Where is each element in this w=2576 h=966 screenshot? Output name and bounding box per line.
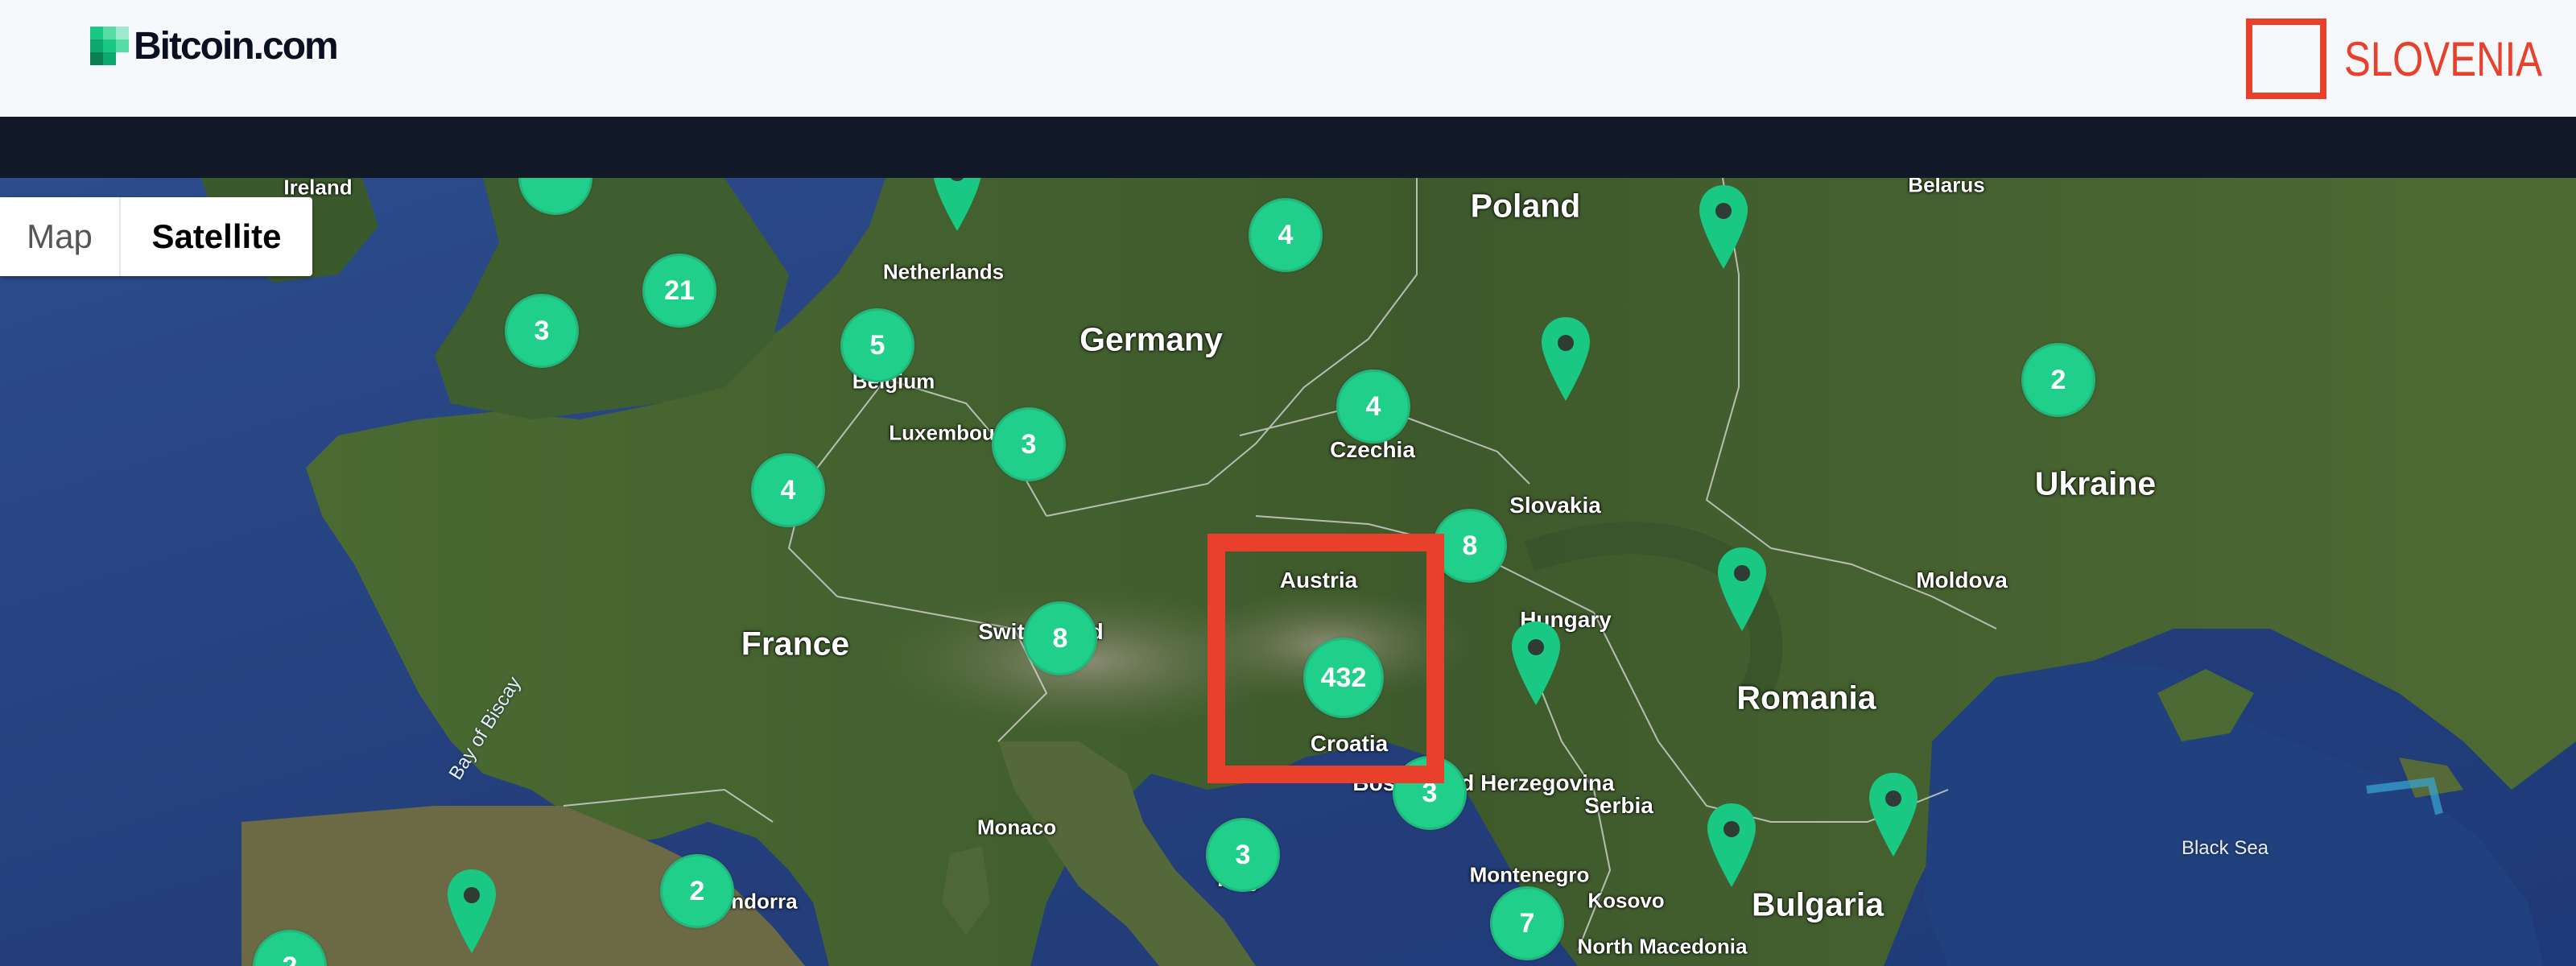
map-pin-icon[interactable] — [1704, 802, 1759, 890]
label-romania: Romania — [1736, 679, 1876, 716]
label-luxembourg: Luxembou — [889, 420, 995, 445]
cluster-marker[interactable]: 2 — [2021, 343, 2095, 417]
satellite-view-button[interactable]: Satellite — [121, 197, 312, 276]
label-slovakia: Slovakia — [1509, 493, 1601, 518]
cluster-marker[interactable]: 8 — [1023, 601, 1097, 675]
cluster-marker[interactable]: 7 — [1490, 886, 1564, 960]
highlight-square-icon — [2246, 19, 2326, 99]
cluster-marker[interactable]: 3 — [1206, 818, 1280, 892]
nav-bar — [0, 117, 2576, 178]
label-monaco: Monaco — [976, 815, 1057, 840]
cluster-marker[interactable]: 2 — [660, 854, 734, 928]
cluster-marker[interactable]: 3 — [992, 407, 1066, 481]
label-kosovo: Kosovo — [1587, 888, 1665, 913]
label-netherlands: Netherlands — [882, 259, 1005, 284]
map-pin-icon[interactable] — [1715, 546, 1769, 634]
label-ukraine: Ukraine — [2034, 464, 2157, 502]
cluster-marker[interactable]: 21 — [642, 254, 716, 328]
cluster-marker[interactable]: 4 — [751, 453, 825, 527]
map-pin-icon[interactable] — [1866, 771, 1921, 860]
map-view-button[interactable]: Map — [0, 197, 121, 276]
label-belarus: Belarus — [1908, 178, 1985, 197]
label-montenegro: Montenegro — [1469, 862, 1590, 887]
cluster-marker[interactable]: 4 — [1336, 369, 1410, 444]
cluster-marker[interactable]: 5 — [840, 308, 914, 382]
slovenia-highlight-box — [1208, 534, 1444, 783]
map-pin-icon[interactable] — [930, 178, 985, 234]
map-pin-icon[interactable] — [1509, 620, 1563, 708]
map-pin-icon[interactable] — [444, 868, 499, 956]
bitcoin-com-logo[interactable]: Bitcoin.com — [90, 24, 339, 68]
map-pin-icon[interactable] — [1696, 184, 1751, 272]
map-canvas[interactable]: Ireland Netherlands Belgium Luxembou Ger… — [0, 178, 2576, 966]
cluster-marker[interactable]: 4 — [1249, 198, 1323, 272]
label-serbia: Serbia — [1584, 793, 1653, 818]
label-bulgaria: Bulgaria — [1751, 886, 1885, 923]
bitcoin-com-logo-icon — [90, 27, 129, 65]
label-black-sea: Black Sea — [2181, 837, 2269, 859]
brand-name: Bitcoin.com — [134, 24, 339, 68]
label-poland: Poland — [1470, 187, 1581, 225]
cluster-marker[interactable]: 3 — [505, 294, 579, 368]
highlight-label: SLOVENIA — [2344, 31, 2543, 86]
label-north-macedonia: North Macedonia — [1577, 934, 1748, 959]
map-type-toggle: Map Satellite — [0, 197, 312, 276]
label-france: France — [741, 625, 850, 663]
highlight-legend: SLOVENIA — [2246, 14, 2552, 103]
label-moldova: Moldova — [1916, 568, 2008, 592]
site-header: Bitcoin.com SLOVENIA — [0, 0, 2576, 117]
map-pin-icon[interactable] — [1538, 316, 1593, 404]
label-germany: Germany — [1080, 320, 1223, 358]
